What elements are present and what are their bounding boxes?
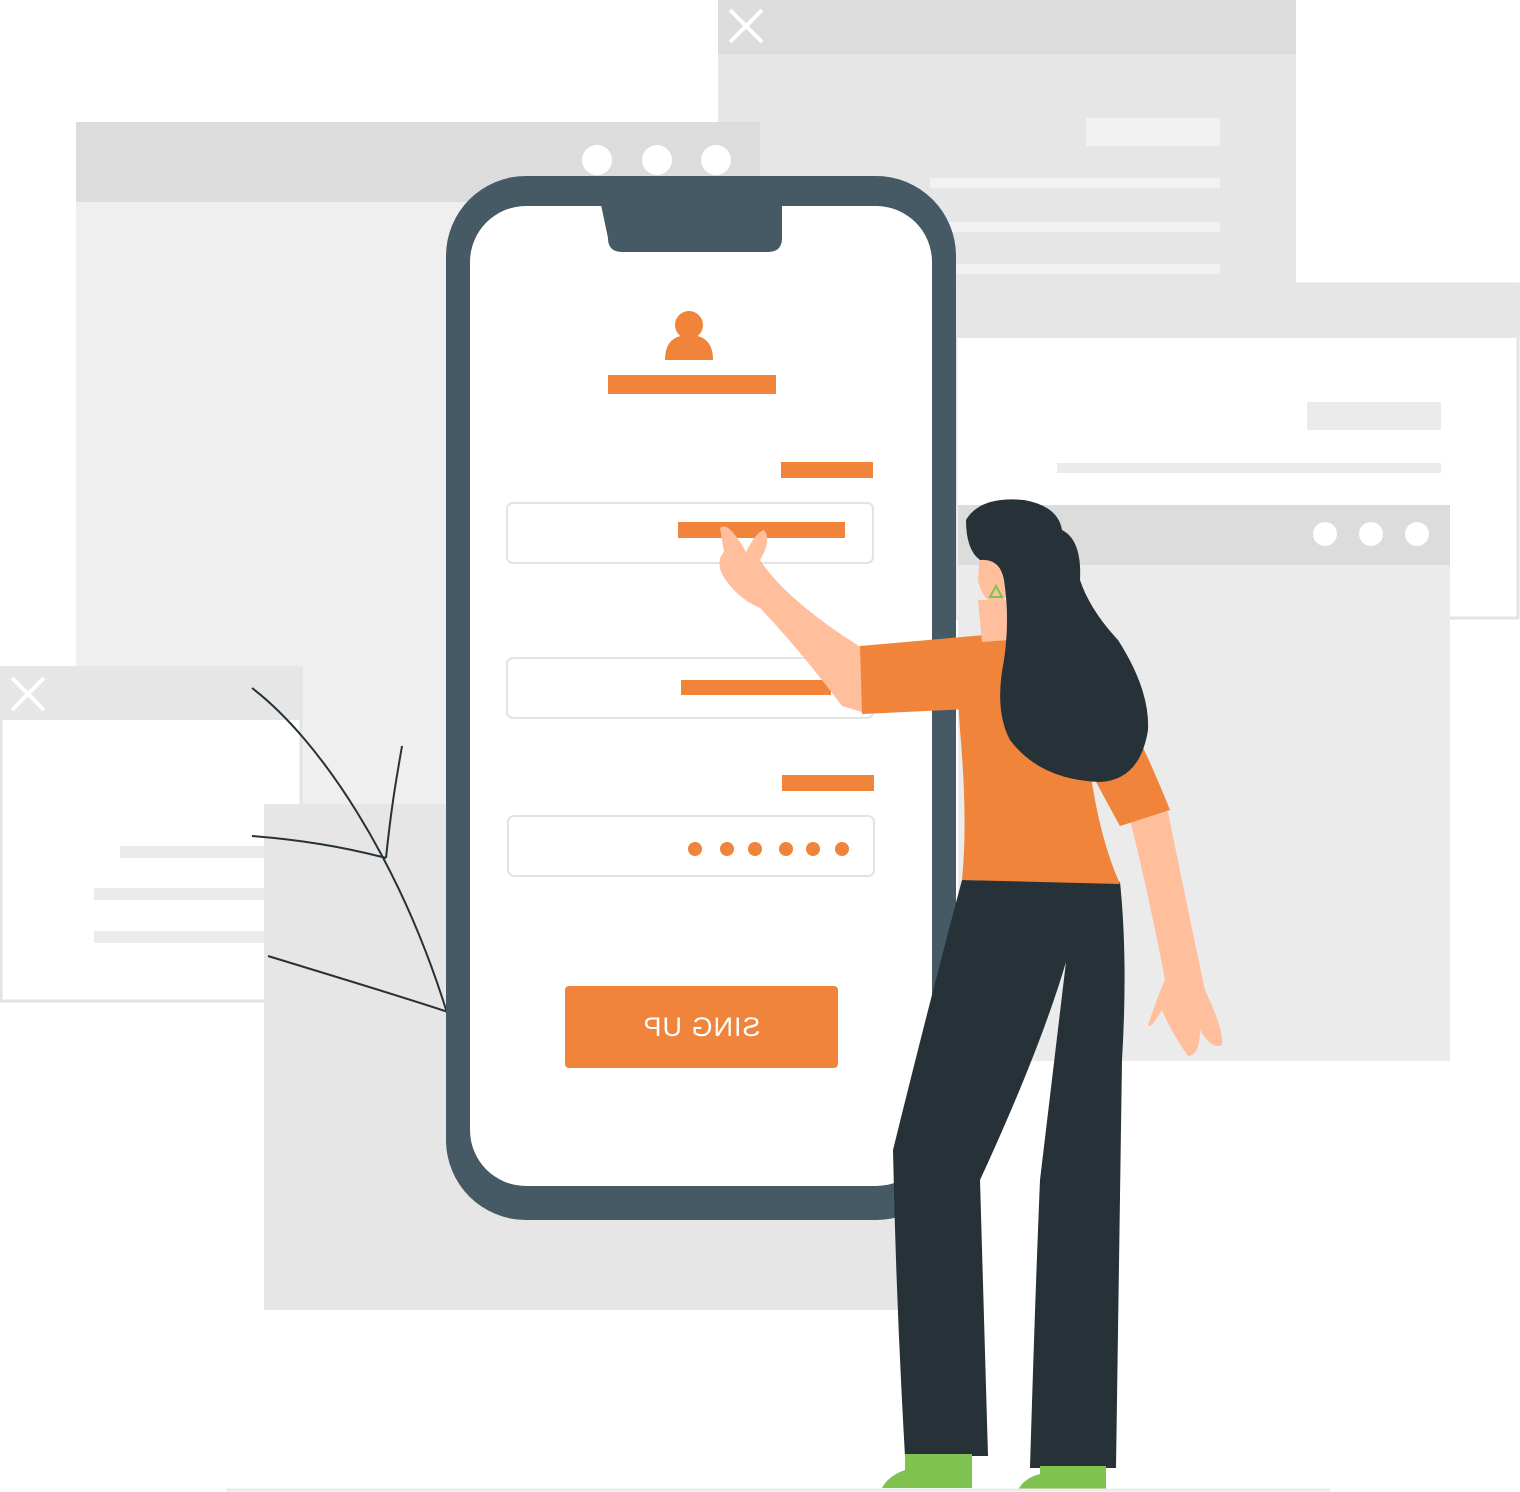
illustration-scene [0, 0, 1520, 1492]
window-dots-icon [1313, 522, 1429, 546]
phone-notch [600, 200, 782, 252]
field-label-3 [782, 775, 874, 791]
profile-title-bar [608, 375, 776, 394]
window-dots-icon [582, 145, 731, 175]
text-field-1[interactable] [506, 502, 874, 564]
field-label-1 [781, 462, 873, 478]
background-window-left-small [0, 666, 303, 1003]
signup-button[interactable] [565, 986, 838, 1068]
password-field[interactable] [507, 815, 875, 877]
